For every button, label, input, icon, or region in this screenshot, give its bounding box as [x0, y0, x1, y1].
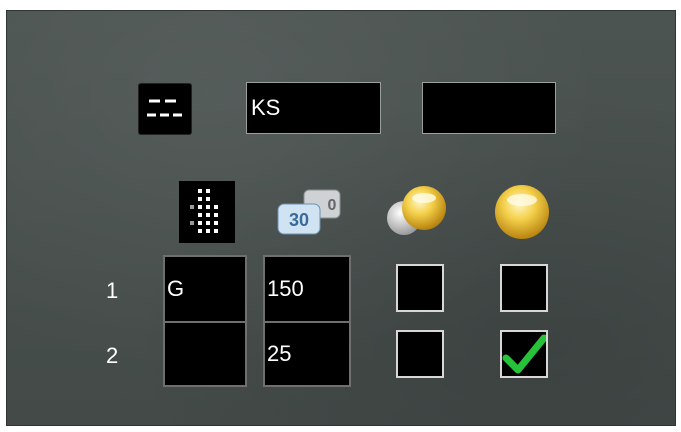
row1-col2-value: 150	[267, 276, 304, 301]
counter-icon: 30 0	[274, 188, 344, 238]
header-field-1-value: KS	[251, 95, 281, 120]
light-icon	[490, 182, 554, 244]
dashed-lines-icon[interactable]	[139, 84, 191, 134]
row1-col2-cell[interactable]: 150	[263, 255, 351, 323]
row2-check2[interactable]	[500, 330, 548, 378]
row2-col2-value: 25	[267, 341, 292, 366]
header-field-1[interactable]: KS	[246, 82, 381, 134]
row-number-2: 2	[106, 343, 119, 368]
row1-col1-cell[interactable]: G	[163, 255, 247, 323]
row2-check1[interactable]	[396, 330, 444, 378]
row1-col1-value: G	[167, 276, 185, 301]
row1-check1[interactable]	[396, 264, 444, 312]
counter-front: 30	[289, 210, 309, 230]
row-number-1: 1	[106, 278, 119, 303]
row2-col1-cell[interactable]	[163, 321, 247, 387]
row1-check2[interactable]	[500, 264, 548, 312]
row2-col2-cell[interactable]: 25	[263, 321, 351, 387]
counter-back: 0	[328, 197, 337, 214]
dual-light-icon	[384, 180, 456, 242]
header-field-2[interactable]	[422, 82, 556, 134]
grid-icon	[179, 181, 235, 243]
checkmark-icon	[502, 334, 546, 374]
